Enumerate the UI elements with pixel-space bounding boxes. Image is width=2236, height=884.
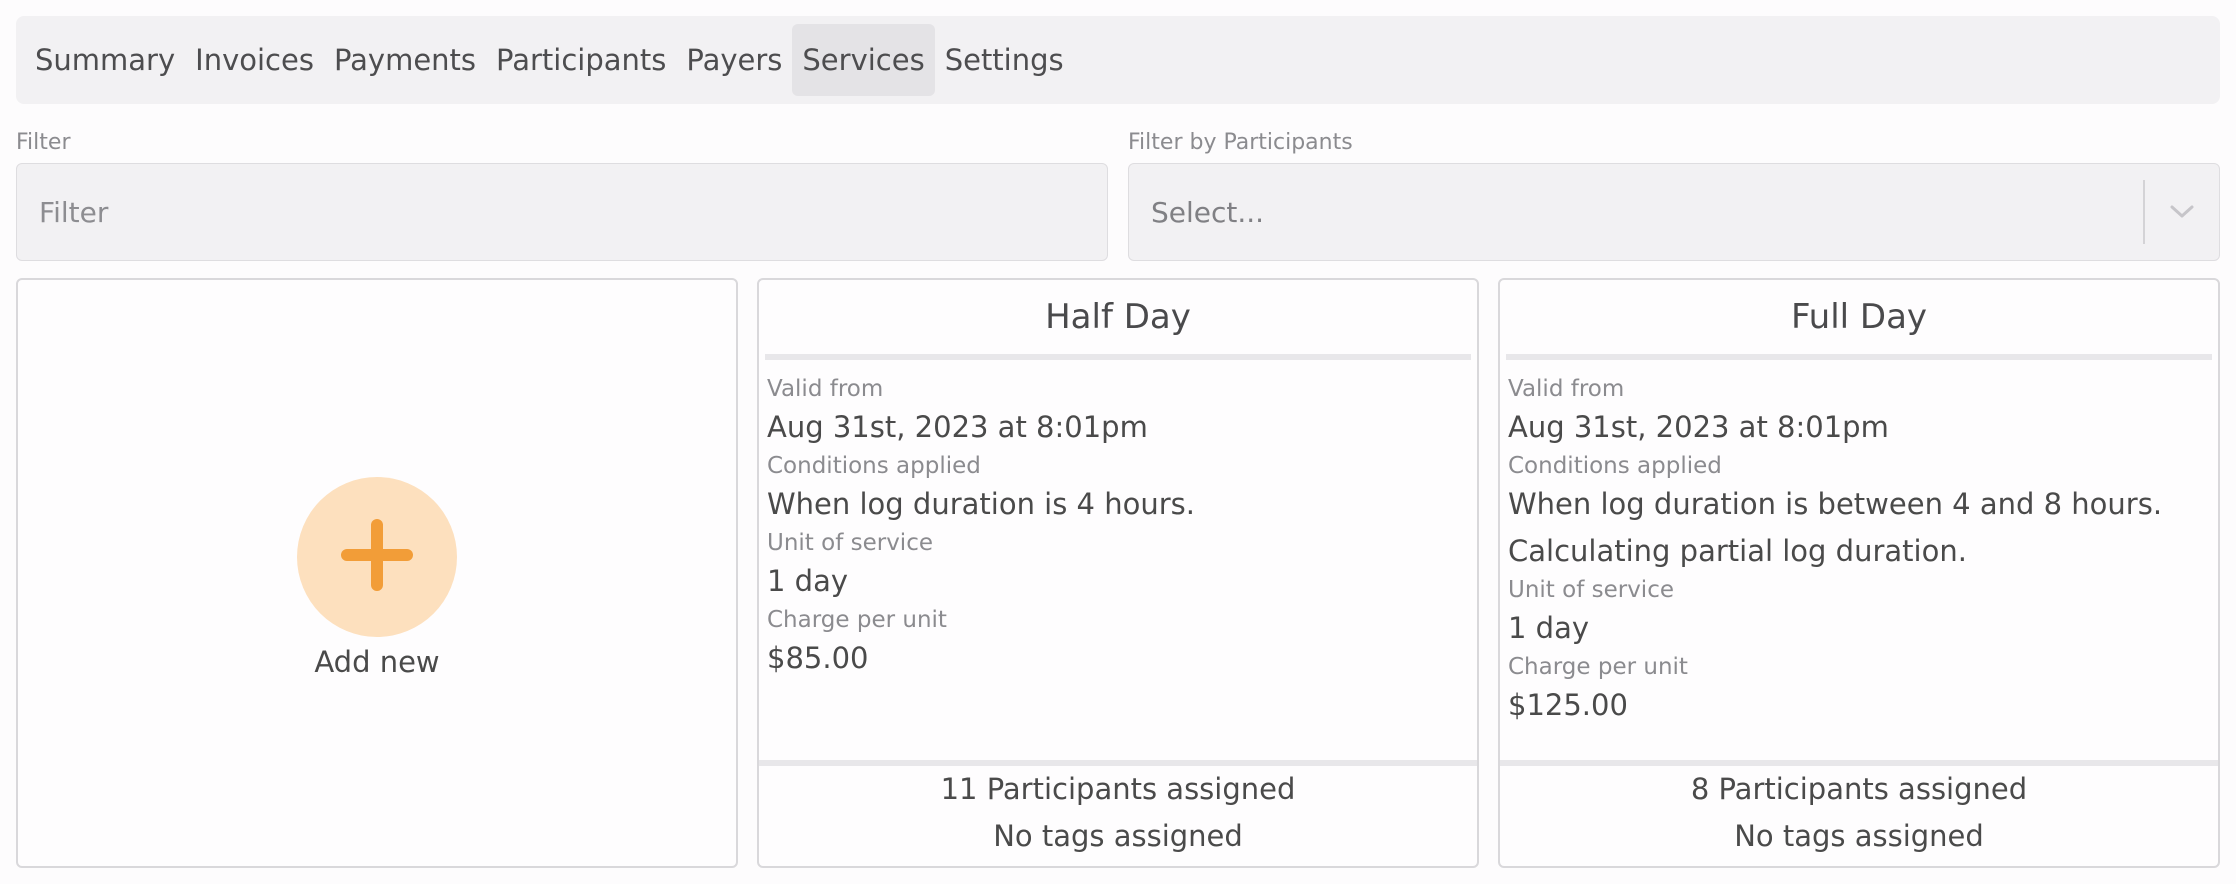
service-footer: 11 Participants assigned No tags assigne…	[759, 760, 1477, 866]
unit-label: Unit of service	[1508, 577, 1674, 603]
service-title: Half Day	[1045, 297, 1191, 337]
tags-assigned: No tags assigned	[993, 819, 1243, 853]
condition-text: Calculating partial log duration.	[1508, 534, 1967, 568]
valid-from-value: Aug 31st, 2023 at 8:01pm	[767, 410, 1148, 444]
add-new-card[interactable]: Add new	[16, 278, 738, 868]
conditions-label: Conditions applied	[767, 453, 981, 479]
tab-settings[interactable]: Settings	[935, 24, 1074, 96]
service-card-half-day[interactable]: Half Day Valid from Aug 31st, 2023 at 8:…	[757, 278, 1479, 868]
chevron-down-icon[interactable]	[2145, 164, 2219, 260]
tab-payers[interactable]: Payers	[676, 24, 792, 96]
charge-label: Charge per unit	[767, 607, 947, 633]
participants-filter-label: Filter by Participants	[1128, 130, 1353, 155]
conditions-label: Conditions applied	[1508, 453, 1722, 479]
participants-select-value: Select...	[1151, 195, 1265, 229]
service-details: Valid from Aug 31st, 2023 at 8:01pm Cond…	[1500, 360, 2218, 729]
participants-select[interactable]: Select...	[1128, 163, 2220, 261]
service-footer: 8 Participants assigned No tags assigned	[1500, 760, 2218, 866]
tab-services[interactable]: Services	[792, 24, 935, 96]
tab-payments[interactable]: Payments	[324, 24, 486, 96]
filter-label: Filter	[16, 130, 71, 155]
valid-from-label: Valid from	[1508, 376, 1625, 402]
add-new-button[interactable]	[297, 477, 457, 637]
participants-assigned: 11 Participants assigned	[940, 772, 1296, 806]
unit-value: 1 day	[767, 564, 849, 598]
tab-invoices[interactable]: Invoices	[185, 24, 324, 96]
charge-value: $85.00	[767, 641, 869, 675]
filter-input[interactable]	[17, 163, 1107, 261]
add-new-label: Add new	[314, 645, 440, 679]
tags-assigned: No tags assigned	[1734, 819, 1984, 853]
unit-value: 1 day	[1508, 611, 1590, 645]
charge-label: Charge per unit	[1508, 654, 1688, 680]
plus-icon	[340, 518, 414, 596]
service-card-full-day[interactable]: Full Day Valid from Aug 31st, 2023 at 8:…	[1498, 278, 2220, 868]
tab-summary[interactable]: Summary	[25, 24, 185, 96]
valid-from-label: Valid from	[767, 376, 884, 402]
tab-participants[interactable]: Participants	[486, 24, 676, 96]
condition-text: When log duration is between 4 and 8 hou…	[1508, 487, 2163, 521]
filter-input-box	[16, 163, 1108, 261]
participants-assigned: 8 Participants assigned	[1690, 772, 2028, 806]
service-details: Valid from Aug 31st, 2023 at 8:01pm Cond…	[759, 360, 1477, 682]
valid-from-value: Aug 31st, 2023 at 8:01pm	[1508, 410, 1889, 444]
condition-text: When log duration is 4 hours.	[767, 487, 1195, 521]
charge-value: $125.00	[1508, 688, 1628, 722]
service-title: Full Day	[1790, 297, 1928, 337]
unit-label: Unit of service	[767, 530, 933, 556]
tab-bar: Summary Invoices Payments Participants P…	[16, 16, 2220, 104]
